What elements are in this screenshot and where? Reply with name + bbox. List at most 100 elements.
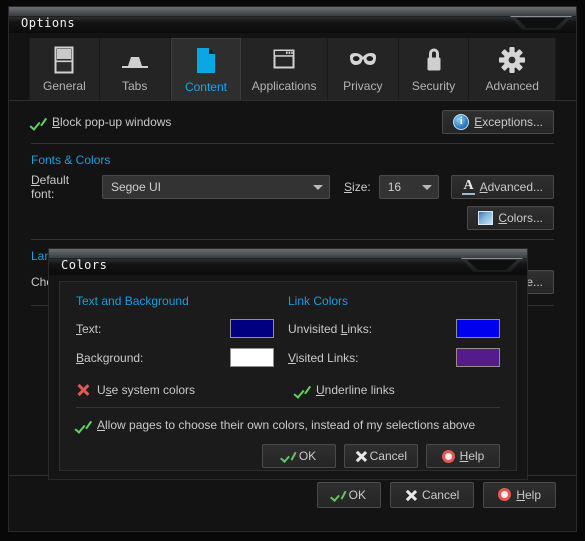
green-check-icon (295, 383, 309, 397)
padlock-icon (421, 44, 447, 76)
size-label: Size: (344, 180, 371, 194)
colors-dialog-titlebar[interactable]: Colors (49, 249, 527, 275)
titlebar-decoration-icon (510, 16, 572, 30)
colors-help-label: Help (459, 449, 485, 463)
chevron-down-icon (313, 184, 324, 190)
ok-button[interactable]: OK (316, 481, 381, 508)
cancel-button[interactable]: Cancel (389, 481, 475, 508)
tab-label: Advanced (485, 79, 539, 93)
font-A-icon: A (462, 178, 475, 195)
colors-button-row: Colors... (31, 203, 554, 233)
default-font-label: Default font: (31, 173, 70, 201)
colors-cancel-label: Cancel (369, 449, 407, 463)
underline-links-label: Underline links (316, 383, 395, 397)
window-split-icon (51, 44, 77, 76)
background-color-row: Background: (76, 343, 288, 372)
green-check-icon (76, 418, 90, 432)
options-tabstrip: General Tabs Content Applications Privac… (9, 33, 576, 101)
desktop-backdrop: Options General Tabs Content Application… (0, 0, 585, 541)
default-font-select[interactable]: Segoe UI (101, 175, 331, 199)
tab-label: Content (184, 80, 227, 94)
use-system-colors-label: Use system colors (97, 383, 196, 397)
document-page-icon (194, 45, 218, 77)
tab-advanced[interactable]: Advanced (469, 38, 556, 100)
options-button-bar: OK Cancel Help (9, 475, 576, 531)
help-button-label: Help (516, 487, 541, 502)
tab-icon (120, 44, 150, 76)
visited-links-label: Visited Links: (288, 350, 359, 365)
underline-links-toggle[interactable]: Underline links (281, 378, 500, 408)
default-font-value: Segoe UI (110, 180, 161, 194)
help-ring-icon (441, 449, 455, 463)
use-system-colors-toggle[interactable]: Use system colors (76, 378, 281, 408)
tab-tabs[interactable]: Tabs (99, 38, 171, 100)
size-select[interactable]: 16 (378, 175, 440, 199)
tab-general[interactable]: General (29, 38, 100, 100)
tab-applications[interactable]: Applications (241, 38, 328, 100)
tab-label: Privacy (343, 79, 383, 93)
help-ring-icon (498, 488, 512, 501)
colors-dialog-body: Text and Background Text: Background: Li… (59, 281, 517, 471)
check-icon (282, 450, 294, 462)
info-icon: i (453, 114, 470, 130)
default-font-row: Default font: Segoe UI Size: 16 A Advanc… (31, 171, 554, 203)
color-palette-icon (478, 211, 494, 225)
check-icon (332, 489, 344, 501)
ok-button-label: OK (348, 487, 366, 502)
gear-icon (497, 44, 527, 76)
tab-label: Security (411, 79, 456, 93)
colors-dialog-title: Colors (61, 258, 108, 272)
tab-label: General (43, 79, 86, 93)
text-color-row: Text: (76, 314, 288, 343)
visited-links-swatch[interactable] (456, 348, 500, 367)
text-color-swatch[interactable] (230, 319, 274, 338)
allow-pages-toggle[interactable]: Allow pages to choose their own colors, … (76, 410, 500, 440)
link-colors-heading: Link Colors (288, 294, 349, 308)
block-popups-row: Block pop-up windows i Exceptions... (31, 101, 554, 143)
fonts-colors-heading: Fonts & Colors (31, 153, 111, 167)
tab-privacy[interactable]: Privacy (327, 38, 399, 100)
tab-label: Applications (251, 79, 317, 93)
colors-ok-button[interactable]: OK (262, 444, 336, 468)
x-icon (405, 489, 417, 501)
tab-label: Tabs (122, 79, 148, 93)
advanced-fonts-button[interactable]: A Advanced... (451, 175, 554, 199)
unvisited-links-swatch[interactable] (456, 319, 500, 338)
mask-icon (347, 44, 379, 76)
text-and-background-heading: Text and Background (76, 294, 189, 308)
tab-content[interactable]: Content (170, 38, 242, 100)
background-color-swatch[interactable] (230, 348, 274, 367)
link-colors-column: Link Colors Unvisited Links: Visited Lin… (288, 294, 500, 372)
block-popups-label[interactable]: Block pop-up windows (52, 115, 171, 129)
x-icon (355, 450, 365, 462)
cancel-button-label: Cancel (421, 487, 460, 502)
colors-button-label: Colors... (498, 211, 543, 225)
colors-button[interactable]: Colors... (467, 206, 554, 230)
window-title: Options (21, 16, 76, 30)
red-x-icon (76, 383, 90, 397)
exceptions-button-label: Exceptions... (474, 115, 543, 129)
colors-dialog-button-bar: OK Cancel Help (76, 444, 500, 468)
chevron-down-icon (422, 184, 433, 190)
colors-toggles-row: Use system colors Underline links (76, 378, 500, 408)
colors-ok-label: OK (298, 449, 317, 463)
green-check-icon[interactable] (31, 115, 45, 129)
help-button[interactable]: Help (483, 481, 556, 508)
unvisited-links-label: Unvisited Links: (288, 321, 373, 336)
colors-help-button[interactable]: Help (426, 444, 500, 468)
titlebar-top-strip (49, 249, 527, 259)
colors-columns: Text and Background Text: Background: Li… (76, 294, 500, 372)
options-titlebar[interactable]: Options (9, 7, 576, 33)
text-color-label: Text: (76, 321, 102, 336)
size-value: 16 (387, 180, 402, 194)
exceptions-button[interactable]: i Exceptions... (442, 110, 554, 134)
allow-pages-label: Allow pages to choose their own colors, … (97, 418, 476, 432)
colors-dialog: Colors Text and Background Text: Backgro… (48, 248, 528, 480)
tab-security[interactable]: Security (398, 38, 470, 100)
unvisited-links-row: Unvisited Links: (288, 314, 500, 343)
text-and-background-column: Text and Background Text: Background: (76, 294, 288, 372)
colors-cancel-button[interactable]: Cancel (344, 444, 418, 468)
visited-links-row: Visited Links: (288, 343, 500, 372)
app-window-icon (270, 44, 298, 76)
titlebar-decoration-icon (461, 258, 523, 272)
